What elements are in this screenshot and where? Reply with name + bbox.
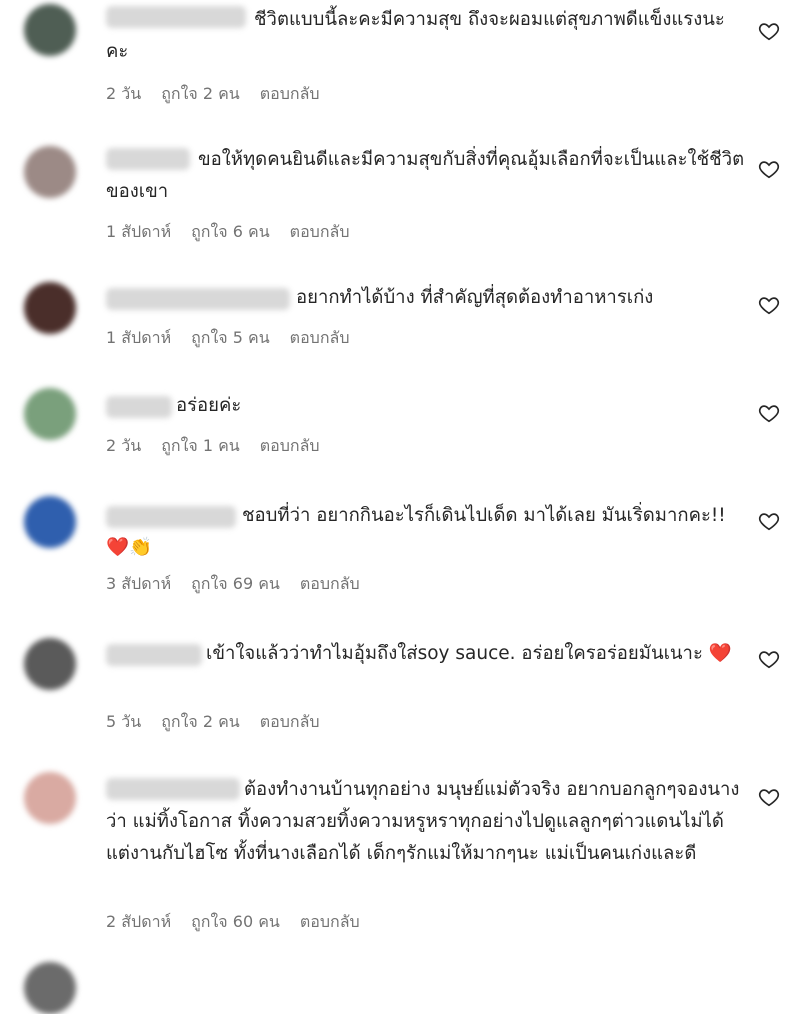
like-count[interactable]: ถูกใจ 69 คน	[191, 572, 280, 597]
comment-meta: 2 วัน ถูกใจ 1 คน ตอบกลับ	[106, 434, 340, 459]
reply-button[interactable]: ตอบกลับ	[300, 572, 360, 597]
comment-text: อร่อยค่ะ	[176, 395, 242, 416]
avatar[interactable]	[24, 638, 76, 690]
heart-icon[interactable]	[758, 294, 780, 316]
heart-icon[interactable]	[758, 20, 780, 42]
heart-icon[interactable]	[758, 402, 780, 424]
avatar[interactable]	[24, 496, 76, 548]
comment-time: 2 วัน	[106, 84, 142, 103]
reply-button[interactable]: ตอบกลับ	[260, 710, 320, 735]
reply-button[interactable]: ตอบกลับ	[290, 326, 350, 351]
comment-time: 1 สัปดาห์	[106, 328, 172, 347]
comment-text: ต้องทำงานบ้านทุกอย่าง มนุษย์แม่ตัวจริง อ…	[106, 779, 740, 864]
avatar[interactable]	[24, 962, 76, 1014]
comment-time: 1 สัปดาห์	[106, 222, 172, 241]
comment-text: ชอบที่ว่า อยากกินอะไรก็เดินไปเด็ด มาได้เ…	[106, 505, 732, 558]
comment-meta: 1 สัปดาห์ ถูกใจ 6 คน ตอบกลับ	[106, 220, 369, 245]
avatar[interactable]	[24, 4, 76, 56]
reply-button[interactable]: ตอบกลับ	[300, 910, 360, 935]
comment-time: 2 วัน	[106, 436, 142, 455]
reply-button[interactable]: ตอบกลับ	[260, 434, 320, 459]
comment-text: ชีวิตแบบนี้ละคะมีความสุข ถึงจะผอมแต่สุขภ…	[106, 9, 725, 62]
comment-text: อยากทำได้บ้าง ที่สำคัญที่สุดต้องทำอาหารเ…	[296, 287, 654, 308]
avatar[interactable]	[24, 388, 76, 440]
reply-button[interactable]: ตอบกลับ	[290, 220, 350, 245]
comment-meta: 5 วัน ถูกใจ 2 คน ตอบกลับ	[106, 710, 340, 735]
comment-time: 5 วัน	[106, 712, 142, 731]
heart-icon[interactable]	[758, 158, 780, 180]
comment-meta: 2 วัน ถูกใจ 2 คน ตอบกลับ	[106, 82, 340, 107]
comment-time: 3 สัปดาห์	[106, 574, 172, 593]
heart-icon[interactable]	[758, 648, 780, 670]
comment-meta: 3 สัปดาห์ ถูกใจ 69 คน ตอบกลับ	[106, 572, 380, 597]
avatar[interactable]	[24, 146, 76, 198]
like-count[interactable]: ถูกใจ 1 คน	[161, 434, 240, 459]
like-count[interactable]: ถูกใจ 5 คน	[191, 326, 270, 351]
comment-meta: 2 สัปดาห์ ถูกใจ 60 คน ตอบกลับ	[106, 910, 380, 935]
comment-meta: 1 สัปดาห์ ถูกใจ 5 คน ตอบกลับ	[106, 326, 369, 351]
heart-icon[interactable]	[758, 786, 780, 808]
comment-text: ขอให้ทุดคนยินดีและมีความสุขกับสิ่งที่คุณ…	[106, 149, 750, 202]
like-count[interactable]: ถูกใจ 2 คน	[161, 710, 240, 735]
comment-time: 2 สัปดาห์	[106, 912, 172, 931]
like-count[interactable]: ถูกใจ 6 คน	[191, 220, 270, 245]
heart-icon[interactable]	[758, 510, 780, 532]
reply-button[interactable]: ตอบกลับ	[260, 82, 320, 107]
like-count[interactable]: ถูกใจ 2 คน	[161, 82, 240, 107]
avatar[interactable]	[24, 772, 76, 824]
like-count[interactable]: ถูกใจ 60 คน	[191, 910, 280, 935]
avatar[interactable]	[24, 282, 76, 334]
comment-text: เข้าใจแล้วว่าทำไมอุ้มถึงใส่soy sauce. อร…	[206, 643, 732, 664]
